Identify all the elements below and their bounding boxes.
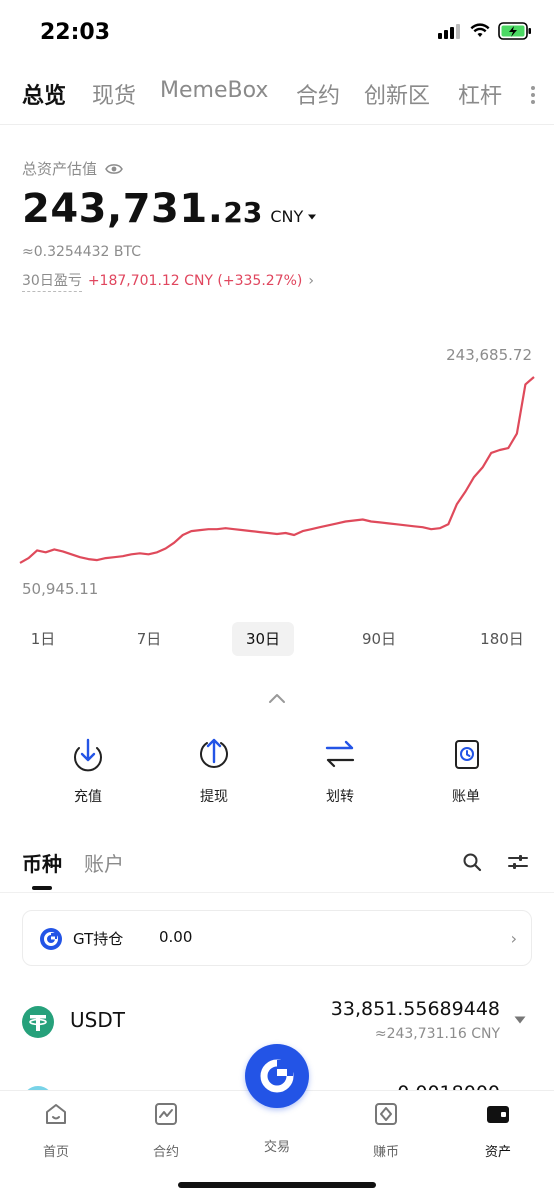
deposit-button[interactable]: 充值 <box>48 736 128 806</box>
tab-overview[interactable]: 总览 <box>22 78 66 110</box>
total-assets-integer: 243,731. <box>22 186 224 232</box>
caret-down-icon <box>308 214 317 219</box>
status-time: 22:03 <box>40 20 111 45</box>
trade-logo-icon <box>260 1059 294 1093</box>
wifi-icon <box>470 23 490 37</box>
btc-equivalent: ≈0.3254432 BTC <box>22 244 141 260</box>
range-7d[interactable]: 7日 <box>128 622 170 656</box>
total-assets-label: 总资产估值 <box>22 158 123 179</box>
currency-label: CNY <box>270 207 304 226</box>
nav-home-label: 首页 <box>42 1145 69 1160</box>
tab-coins[interactable]: 币种 <box>22 848 62 877</box>
quick-actions: 充值 提现 划转 账单 <box>0 736 554 806</box>
coin-name: USDT <box>70 1008 125 1032</box>
coin-amount: 33,851.55689448 <box>330 998 500 1020</box>
pnl-label: 30日盈亏 <box>22 270 82 292</box>
deposit-icon <box>74 738 102 772</box>
nav-trade-label: 交易 <box>263 1140 290 1155</box>
signal-icon <box>438 24 460 39</box>
divider <box>0 892 554 893</box>
range-1d[interactable]: 1日 <box>22 622 64 656</box>
bill-button[interactable]: 账单 <box>426 736 506 806</box>
tab-spot[interactable]: 现货 <box>92 78 136 110</box>
transfer-icon <box>325 740 355 768</box>
bill-label: 账单 <box>452 789 480 805</box>
eye-icon[interactable] <box>105 163 123 175</box>
withdraw-button[interactable]: 提现 <box>174 736 254 806</box>
chevron-up-icon[interactable] <box>268 692 286 704</box>
chevron-right-icon: › <box>308 273 314 289</box>
tab-memebox[interactable]: MemeBox <box>160 78 268 103</box>
nav-assets[interactable]: 资产 <box>458 1101 538 1160</box>
nav-earn-label: 赚币 <box>372 1145 399 1160</box>
status-icons <box>438 22 532 40</box>
nav-futures[interactable]: 合约 <box>126 1101 206 1160</box>
nav-assets-label: 资产 <box>484 1145 511 1160</box>
usdt-icon <box>22 1006 54 1038</box>
home-icon <box>46 1104 66 1124</box>
chevron-right-icon: › <box>510 929 517 948</box>
filter-icon[interactable] <box>508 852 528 872</box>
caret-down-icon[interactable] <box>514 1016 526 1024</box>
list-tools <box>462 852 528 872</box>
range-180d[interactable]: 180日 <box>474 622 530 656</box>
asset-line-chart <box>19 376 535 564</box>
total-assets-value: 243,731. 23 CNY <box>22 186 317 232</box>
withdraw-icon <box>200 738 228 768</box>
active-tab-indicator <box>32 886 52 890</box>
nav-futures-label: 合约 <box>152 1145 179 1160</box>
tab-innovation[interactable]: 创新区 <box>364 78 430 110</box>
gt-value: 0.00 <box>159 928 193 946</box>
futures-chart-icon <box>155 1103 177 1125</box>
chart-min-label: 50,945.11 <box>22 580 99 598</box>
range-selector: 1日 7日 30日 90日 180日 <box>0 622 554 656</box>
transfer-label: 划转 <box>326 789 354 805</box>
wallet-icon <box>487 1106 509 1123</box>
total-assets-text: 总资产估值 <box>22 160 98 178</box>
list-tabs: 币种 账户 <box>22 848 124 877</box>
gt-logo-icon <box>40 928 62 950</box>
transfer-button[interactable]: 划转 <box>300 736 380 806</box>
search-icon[interactable] <box>462 852 482 872</box>
tab-accounts[interactable]: 账户 <box>84 848 124 877</box>
pnl-value: +187,701.12 CNY (+335.27%) <box>87 273 303 289</box>
nav-home[interactable]: 首页 <box>16 1101 96 1160</box>
chart-series-line <box>19 376 535 564</box>
home-indicator <box>178 1182 376 1188</box>
total-assets-decimal: 23 <box>223 196 263 229</box>
range-90d[interactable]: 90日 <box>354 622 404 656</box>
tab-margin[interactable]: 杠杆 <box>458 78 502 110</box>
battery-icon <box>498 22 531 40</box>
nav-earn[interactable]: 赚币 <box>346 1101 426 1160</box>
top-tabs: 总览 现货 MemeBox 合约 创新区 杠杆 <box>0 74 554 116</box>
status-bar: 22:03 <box>0 0 554 64</box>
more-tabs-icon[interactable] <box>526 80 540 110</box>
currency-selector[interactable]: CNY <box>270 207 317 226</box>
trade-button[interactable] <box>245 1044 309 1108</box>
bill-icon <box>455 740 479 769</box>
gt-label: GT持仓 <box>73 930 124 948</box>
tab-futures[interactable]: 合约 <box>296 78 340 110</box>
coin-cny-value: ≈243,731.16 CNY <box>374 1026 500 1042</box>
gt-holdings-card[interactable]: GT持仓 0.00 › <box>22 910 532 966</box>
range-30d[interactable]: 30日 <box>232 622 294 656</box>
pnl-row[interactable]: 30日盈亏 +187,701.12 CNY (+335.27%) › <box>22 270 314 292</box>
earn-icon <box>375 1103 397 1125</box>
divider <box>0 124 554 125</box>
deposit-label: 充值 <box>74 789 102 805</box>
withdraw-label: 提现 <box>200 789 228 805</box>
